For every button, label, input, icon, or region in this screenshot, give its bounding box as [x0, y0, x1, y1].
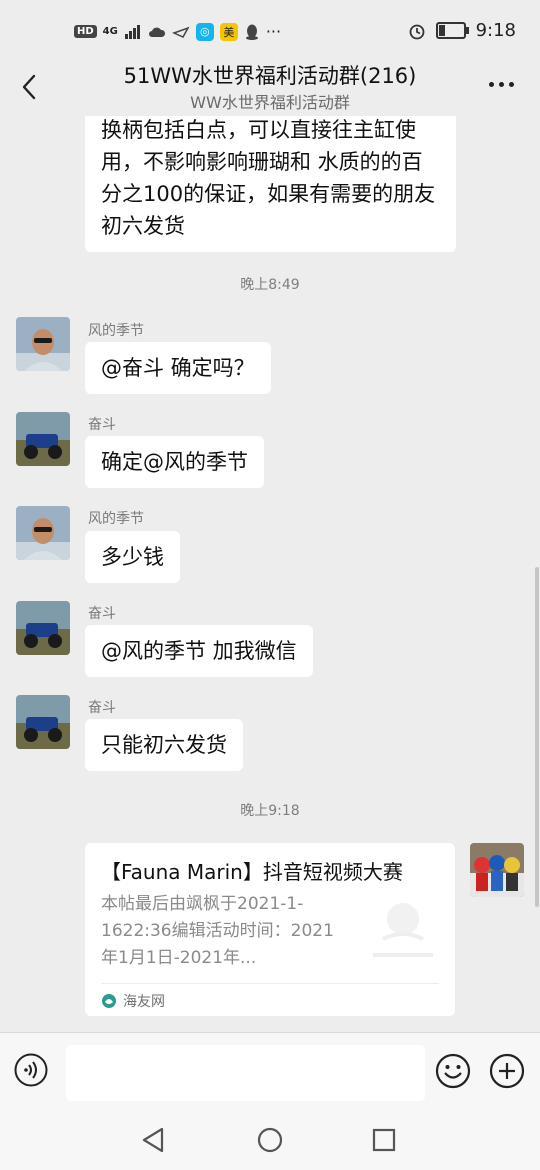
user-avatar-fendou — [16, 412, 70, 466]
system-nav-bar — [0, 1110, 540, 1170]
link-card-description: 本帖最后由飒枫于2021-1-1622:36编辑活动时间：2021年1月1日-2… — [101, 894, 334, 968]
browser-app-icon: ◎ — [195, 22, 214, 41]
signal-icon — [124, 24, 140, 39]
message-bubble[interactable]: 换柄包括白点，可以直接往主缸使用，不影响影响珊瑚和 水质的的百分之100的保证，… — [85, 116, 456, 252]
status-left: HD 4G ◎ 美 ··· — [74, 22, 281, 41]
nav-recents-icon[interactable] — [368, 1124, 400, 1156]
status-bar: HD 4G ◎ 美 ··· 9:18 — [0, 0, 540, 62]
qq-icon — [245, 24, 258, 40]
voice-input-icon[interactable] — [14, 1053, 48, 1087]
timestamp: 晚上9:18 — [240, 803, 300, 819]
nav-back-icon[interactable] — [138, 1124, 170, 1156]
card-divider — [101, 983, 439, 984]
message-list[interactable]: 换柄包括白点，可以直接往主缸使用，不影响影响珊瑚和 水质的的百分之100的保证，… — [0, 116, 540, 1032]
link-card[interactable]: 【Fauna Marin】抖音短视频大赛 本帖最后由飒枫于2021-1-1622… — [85, 843, 455, 1016]
avatar[interactable] — [16, 317, 70, 371]
alarm-icon — [409, 24, 424, 39]
message-bubble[interactable]: @奋斗 确定吗？ — [85, 342, 271, 394]
message-bubble[interactable]: 只能初六发货 — [85, 719, 243, 771]
chat-title: 51WW水世界福利活动群(216) — [123, 64, 417, 88]
message-bubble[interactable]: 多少钱 — [85, 531, 180, 583]
scrollbar[interactable] — [535, 567, 539, 907]
avatar[interactable] — [16, 695, 70, 749]
user-avatar-fengdejijie — [16, 506, 70, 560]
link-source-label: 海友网 — [123, 994, 165, 1010]
haiyou-logo-icon — [102, 994, 116, 1008]
more-options-icon[interactable] — [489, 82, 514, 87]
link-card-title: 【Fauna Marin】抖音短视频大赛 — [101, 860, 403, 884]
nav-home-icon[interactable] — [254, 1124, 286, 1156]
cloud-icon — [148, 27, 165, 37]
clock: 9:18 — [475, 20, 516, 41]
sender-name: 风的季节 — [88, 511, 144, 527]
my-avatar[interactable] — [470, 843, 524, 897]
sender-name: 奋斗 — [88, 417, 116, 433]
link-thumbnail-icon — [367, 891, 439, 963]
timestamp: 晚上8:49 — [240, 277, 300, 293]
chat-subtitle: WW水世界福利活动群 — [190, 93, 350, 112]
user-avatar-fendou — [16, 695, 70, 749]
message-bubble[interactable]: @风的季节 加我微信 — [85, 625, 313, 677]
avatar[interactable] — [16, 412, 70, 466]
plus-icon[interactable] — [489, 1053, 525, 1089]
chat-header: 51WW水世界福利活动群(216) WW水世界福利活动群 — [0, 56, 540, 116]
emoji-icon[interactable] — [435, 1053, 471, 1089]
wifi-app-icon — [171, 26, 190, 38]
sender-name: 风的季节 — [88, 323, 144, 339]
link-source: 海友网 — [101, 991, 165, 1011]
battery-icon — [435, 22, 469, 39]
sender-name: 奋斗 — [88, 606, 116, 622]
message-input[interactable] — [66, 1045, 425, 1101]
user-avatar-self — [470, 843, 524, 897]
more-notifications-icon: ··· — [265, 22, 282, 41]
avatar[interactable] — [16, 506, 70, 560]
meituan-app-icon: 美 — [219, 22, 238, 41]
input-bar — [0, 1032, 540, 1111]
hd-indicator: HD — [74, 25, 97, 38]
user-avatar-fendou — [16, 601, 70, 655]
sender-name: 奋斗 — [88, 700, 116, 716]
user-avatar-fengdejijie — [16, 317, 70, 371]
message-bubble[interactable]: 确定@风的季节 — [85, 436, 264, 488]
avatar[interactable] — [16, 601, 70, 655]
network-label: 4G — [102, 26, 118, 37]
status-right: 9:18 — [408, 20, 516, 41]
